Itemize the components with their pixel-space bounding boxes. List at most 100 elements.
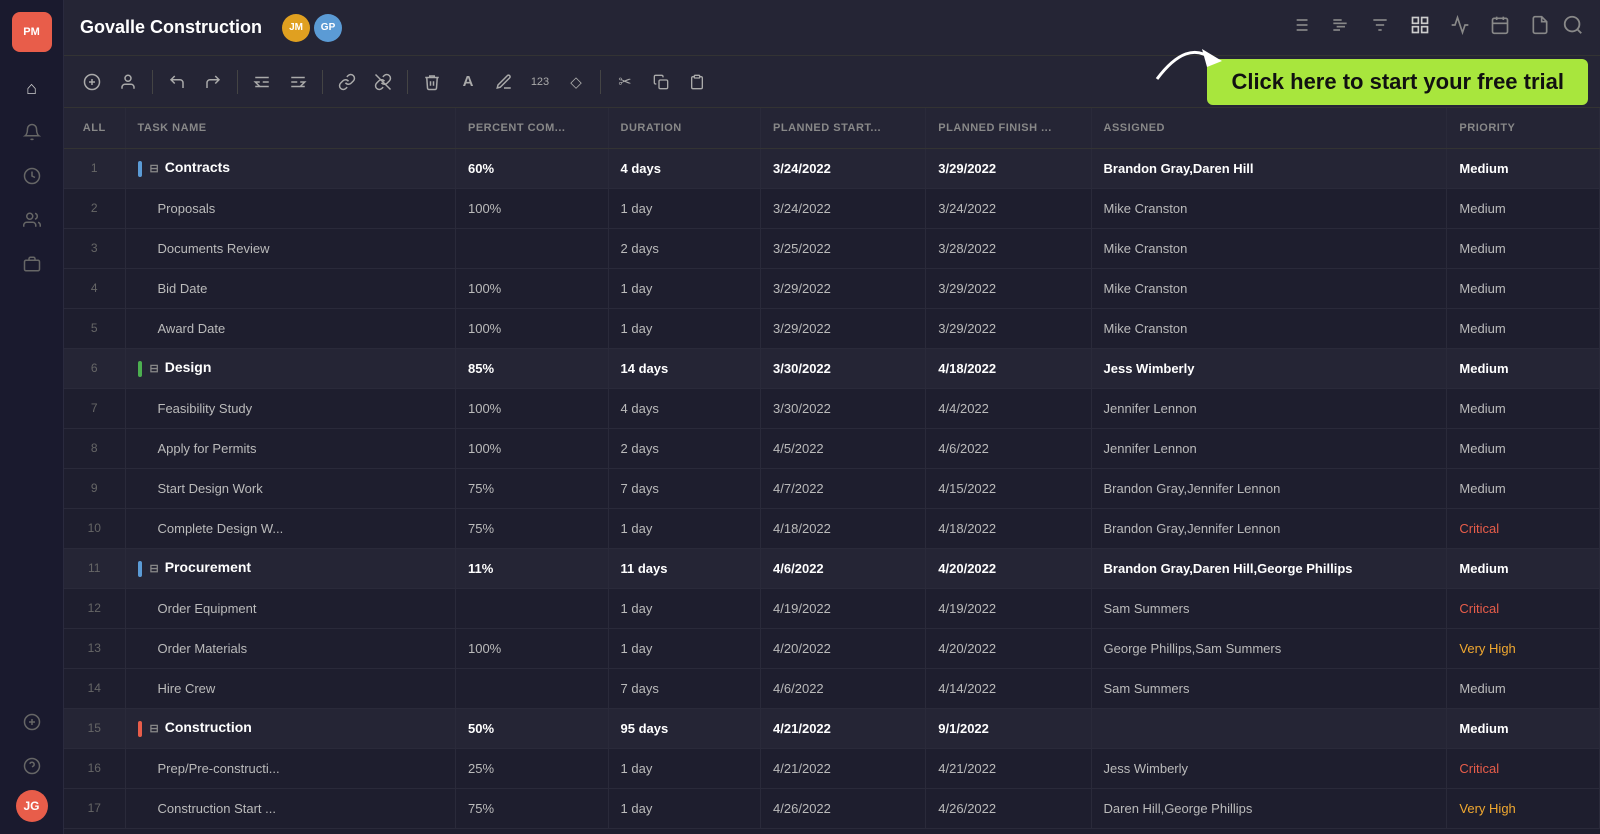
cell-pct: 75% — [455, 508, 608, 548]
font-button[interactable]: A — [452, 66, 484, 98]
col-header-pf[interactable]: PLANNED FINISH ... — [926, 108, 1091, 148]
highlight-button[interactable] — [488, 66, 520, 98]
cell-task[interactable]: ⊟Contracts — [125, 148, 455, 188]
cell-task[interactable]: Order Materials — [125, 628, 455, 668]
user-avatar[interactable]: JG — [16, 790, 48, 822]
cell-task[interactable]: Bid Date — [125, 268, 455, 308]
divider-1 — [152, 70, 153, 94]
cell-task[interactable]: ⊟Procurement — [125, 548, 455, 588]
cell-dur: 7 days — [608, 668, 761, 708]
cell-task[interactable]: ⊟Construction — [125, 708, 455, 748]
cell-pct: 11% — [455, 548, 608, 588]
cell-task[interactable]: Apply for Permits — [125, 428, 455, 468]
search-button[interactable] — [1562, 14, 1584, 42]
cell-pf: 4/4/2022 — [926, 388, 1091, 428]
sidebar-item-help[interactable] — [12, 746, 52, 786]
cell-dur: 1 day — [608, 748, 761, 788]
table-row: 12Order Equipment1 day4/19/20224/19/2022… — [64, 588, 1600, 628]
cell-task[interactable]: Hire Crew — [125, 668, 455, 708]
cell-num: 7 — [64, 388, 125, 428]
col-header-dur[interactable]: DURATION — [608, 108, 761, 148]
task-table-container[interactable]: ALL TASK NAME PERCENT COM... DURATION PL… — [64, 108, 1600, 834]
sidebar-item-home[interactable]: ⌂ — [12, 68, 52, 108]
cell-ps: 4/26/2022 — [761, 788, 926, 828]
cell-priority: Critical — [1447, 748, 1600, 788]
outdent-button[interactable] — [246, 66, 278, 98]
cell-task[interactable]: Award Date — [125, 308, 455, 348]
cell-priority: Medium — [1447, 708, 1600, 748]
cell-dur: 1 day — [608, 788, 761, 828]
project-title: Govalle Construction — [80, 17, 262, 38]
copy-button[interactable] — [645, 66, 677, 98]
cell-task[interactable]: Prep/Pre-constructi... — [125, 748, 455, 788]
paste-button[interactable] — [681, 66, 713, 98]
undo-button[interactable] — [161, 66, 193, 98]
avatar-user2[interactable]: GP — [314, 14, 342, 42]
calendar-icon[interactable] — [1490, 15, 1510, 40]
filter-icon[interactable] — [1370, 15, 1390, 40]
divider-2 — [237, 70, 238, 94]
grid-view-icon[interactable] — [1410, 15, 1430, 40]
col-header-pct[interactable]: PERCENT COM... — [455, 108, 608, 148]
delete-button[interactable] — [416, 66, 448, 98]
col-header-pri[interactable]: PRIORITY — [1447, 108, 1600, 148]
cell-pct: 100% — [455, 308, 608, 348]
cell-task[interactable]: Feasibility Study — [125, 388, 455, 428]
col-header-assigned[interactable]: ASSIGNED — [1091, 108, 1447, 148]
cta-container: Click here to start your free trial — [1207, 59, 1588, 105]
cell-task[interactable]: Construction Start ... — [125, 788, 455, 828]
table-row: 13Order Materials100%1 day4/20/20224/20/… — [64, 628, 1600, 668]
cell-dur: 1 day — [608, 628, 761, 668]
sidebar-item-add[interactable] — [12, 702, 52, 742]
cell-pf: 3/29/2022 — [926, 268, 1091, 308]
cell-num: 13 — [64, 628, 125, 668]
cell-task[interactable]: Proposals — [125, 188, 455, 228]
indent-button[interactable] — [282, 66, 314, 98]
divider-5 — [600, 70, 601, 94]
list-view-icon[interactable] — [1290, 15, 1310, 40]
numbering-button[interactable]: 123 — [524, 66, 556, 98]
table-row: 2Proposals100%1 day3/24/20223/24/2022Mik… — [64, 188, 1600, 228]
redo-button[interactable] — [197, 66, 229, 98]
col-header-task[interactable]: TASK NAME — [125, 108, 455, 148]
col-header-all[interactable]: ALL — [64, 108, 125, 148]
cell-pf: 4/6/2022 — [926, 428, 1091, 468]
cell-pf: 9/1/2022 — [926, 708, 1091, 748]
cell-ps: 4/21/2022 — [761, 708, 926, 748]
cta-button[interactable]: Click here to start your free trial — [1207, 59, 1588, 105]
cell-task[interactable]: Complete Design W... — [125, 508, 455, 548]
cell-pct: 50% — [455, 708, 608, 748]
cell-ps: 3/29/2022 — [761, 268, 926, 308]
sidebar-item-notifications[interactable] — [12, 112, 52, 152]
avatar-user1[interactable]: JM — [282, 14, 310, 42]
shape-button[interactable]: ◇ — [560, 66, 592, 98]
sidebar-item-people[interactable] — [12, 200, 52, 240]
add-task-button[interactable] — [76, 66, 108, 98]
cell-task[interactable]: Order Equipment — [125, 588, 455, 628]
document-icon[interactable] — [1530, 15, 1550, 40]
link-button[interactable] — [331, 66, 363, 98]
activity-icon[interactable] — [1450, 15, 1470, 40]
cell-task[interactable]: Start Design Work — [125, 468, 455, 508]
cell-ps: 3/30/2022 — [761, 348, 926, 388]
add-assignee-button[interactable] — [112, 66, 144, 98]
unlink-button[interactable] — [367, 66, 399, 98]
app-logo[interactable]: PM — [12, 12, 52, 52]
col-header-ps[interactable]: PLANNED START... — [761, 108, 926, 148]
cell-dur: 4 days — [608, 388, 761, 428]
gantt-icon[interactable] — [1330, 15, 1350, 40]
table-row: 8Apply for Permits100%2 days4/5/20224/6/… — [64, 428, 1600, 468]
cell-assigned: Mike Cranston — [1091, 268, 1447, 308]
cell-priority: Very High — [1447, 628, 1600, 668]
cell-assigned: Brandon Gray,Daren Hill — [1091, 148, 1447, 188]
cell-dur: 1 day — [608, 508, 761, 548]
cell-task[interactable]: ⊟Design — [125, 348, 455, 388]
cell-ps: 4/7/2022 — [761, 468, 926, 508]
avatar-group: JM GP — [282, 14, 342, 42]
cell-assigned — [1091, 708, 1447, 748]
cell-pct: 85% — [455, 348, 608, 388]
sidebar-item-time[interactable] — [12, 156, 52, 196]
sidebar-item-portfolio[interactable] — [12, 244, 52, 284]
cut-button[interactable]: ✂ — [609, 66, 641, 98]
cell-task[interactable]: Documents Review — [125, 228, 455, 268]
